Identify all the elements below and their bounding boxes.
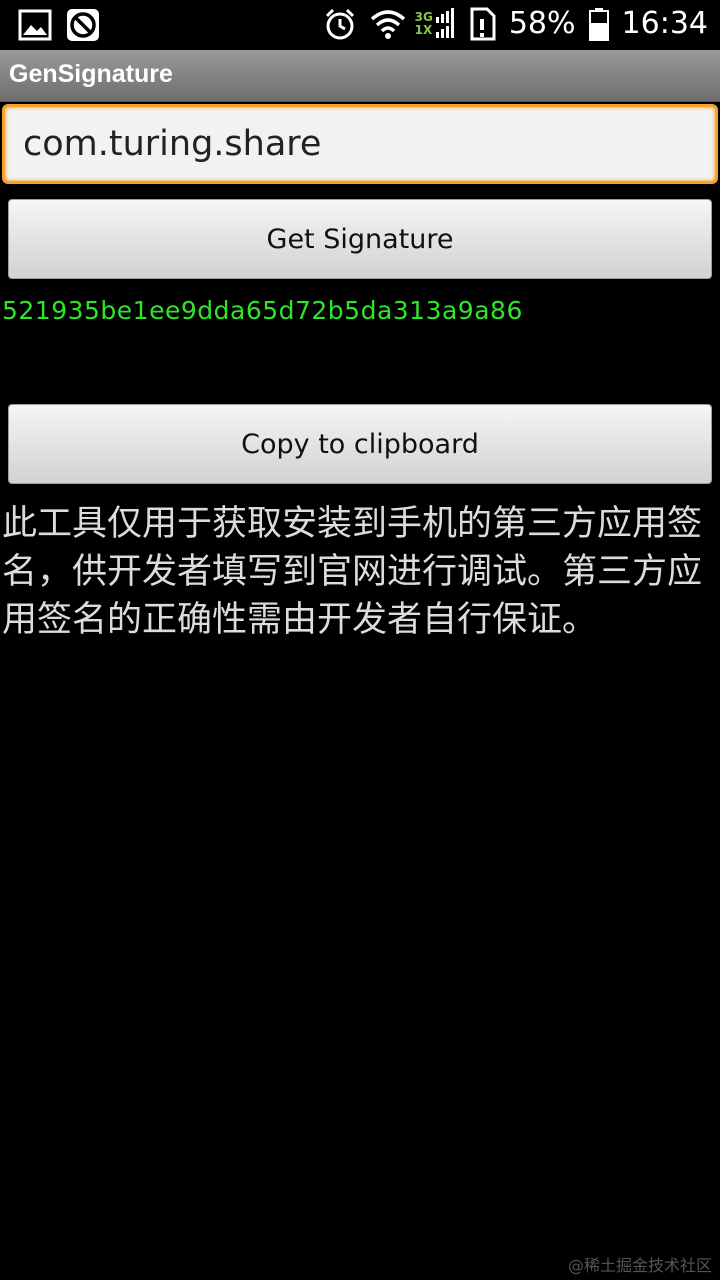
battery-icon (588, 7, 610, 41)
package-name-input[interactable]: com.turing.share (2, 104, 718, 184)
wifi-icon (369, 7, 405, 41)
status-bar: 3G 1X 58% 16:34 (0, 0, 720, 50)
app-title: GenSignature (9, 60, 173, 88)
app-title-bar: GenSignature (0, 50, 720, 102)
description-text: 此工具仅用于获取安装到手机的第三方应用签名，供开发者填写到官网进行调试。第三方应… (2, 504, 703, 640)
sim-icon (469, 7, 497, 41)
image-icon (18, 8, 52, 42)
signature-result: 521935be1ee9dda65d72b5da313a9a86 (2, 296, 523, 325)
network-type-label: 3G 1X (414, 9, 433, 37)
clock: 16:34 (621, 6, 708, 41)
alarm-icon (323, 7, 357, 41)
battery-percent: 58% (508, 6, 576, 41)
signal-icon (435, 7, 457, 41)
watermark: @稀土掘金技术社区 (567, 1256, 712, 1275)
blocked-icon (66, 8, 100, 42)
copy-to-clipboard-button[interactable]: Copy to clipboard (8, 404, 712, 484)
get-signature-button[interactable]: Get Signature (8, 199, 712, 279)
